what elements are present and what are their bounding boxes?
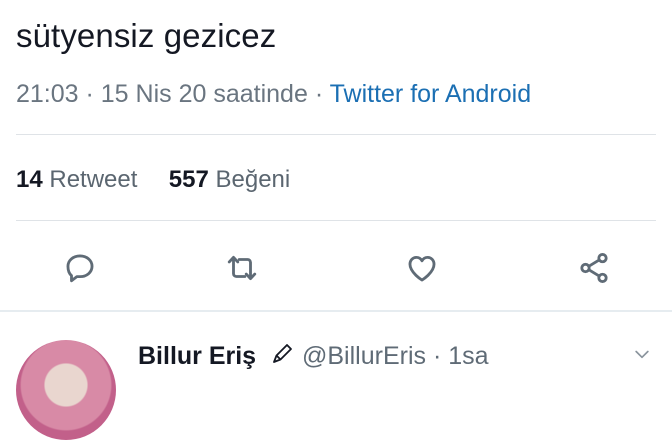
meta-separator-2: · <box>307 80 330 108</box>
reply-handle-time: @BillurEris · 1sa <box>302 342 489 371</box>
reply-icon <box>66 254 94 283</box>
meta-separator: · <box>78 80 101 108</box>
like-button[interactable] <box>402 248 442 288</box>
divider <box>16 220 656 221</box>
chevron-down-icon[interactable] <box>632 344 652 364</box>
tweet-date: 15 Nis 20 saatinde <box>100 80 308 108</box>
retweet-count: 14 <box>16 166 43 193</box>
reply-time: 1sa <box>448 342 489 370</box>
like-label: Beğeni <box>215 166 291 193</box>
reply-button[interactable] <box>60 248 100 288</box>
like-stat[interactable]: 557 Beğeni <box>169 166 290 193</box>
section-divider <box>0 310 672 312</box>
like-count: 557 <box>168 166 209 193</box>
tweet-actions <box>0 248 672 292</box>
reply-author-name[interactable]: Billur Eriş <box>138 342 256 371</box>
divider <box>16 134 656 135</box>
reply-tweet[interactable]: Billur Eriş @BillurEris · 1sa <box>0 328 672 440</box>
like-icon <box>408 255 436 282</box>
tweet-meta: 21:03 · 15 Nis 20 saatinde · Twitter for… <box>16 80 531 109</box>
avatar[interactable] <box>16 340 116 440</box>
share-icon <box>580 252 608 284</box>
retweet-label: Retweet <box>49 166 138 193</box>
tweet-stats: 14 Retweet 557 Beğeni <box>16 166 290 194</box>
retweet-icon <box>227 255 257 281</box>
retweet-button[interactable] <box>222 248 262 288</box>
reply-handle[interactable]: @BillurEris <box>302 342 426 370</box>
pencil-icon <box>273 344 292 363</box>
retweet-stat[interactable]: 14 Retweet <box>16 166 137 193</box>
tweet-text: sütyensiz gezicez <box>16 17 277 54</box>
tweet-source-link[interactable]: Twitter for Android <box>330 80 531 108</box>
share-button[interactable] <box>574 248 614 288</box>
reply-time-separator: · <box>426 342 449 370</box>
tweet-time: 21:03 <box>16 80 79 108</box>
